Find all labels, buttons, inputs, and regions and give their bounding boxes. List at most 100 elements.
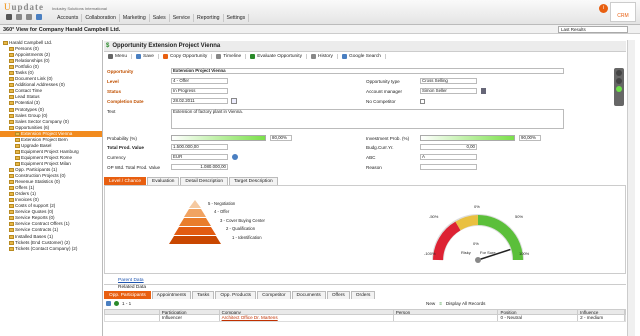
view-icon[interactable] <box>106 301 111 306</box>
folder-icon <box>9 240 14 245</box>
record-title-wrap: $ Opportunity Extension Project Vienna <box>106 43 220 49</box>
toolbar-evaluate-opportunity-button[interactable]: Evaluate Opportunity <box>246 54 308 59</box>
toolbar-menu-icon <box>108 54 113 59</box>
probability-label: Probability (%) <box>107 136 137 141</box>
level-label: Level <box>107 79 119 84</box>
tab-orders[interactable]: Orders <box>350 291 376 299</box>
related-tabs: Opp. Participants Appointments Tasks Opp. P… <box>104 291 376 299</box>
opportunity-type-select[interactable]: Cross Selling <box>420 78 477 84</box>
toolbar-history-icon <box>311 54 317 59</box>
toolbar-label: Save <box>143 54 154 59</box>
display-all-button[interactable]: Display All Records <box>446 301 486 306</box>
menu-item-collaboration[interactable]: Collaboration <box>82 14 120 22</box>
probability-field[interactable]: 80,00% <box>270 135 292 141</box>
folder-icon <box>9 101 14 106</box>
refresh-icon[interactable] <box>114 301 119 306</box>
tab-opp-products[interactable]: Opp. Products <box>215 291 257 299</box>
opportunity-field[interactable]: Extension Project Vienna <box>171 68 564 74</box>
total-value-field[interactable]: 1.500.000,00 <box>171 144 228 150</box>
weighted-value-label: OP Wtd. Total Prod. Value <box>107 165 161 170</box>
info-icon[interactable]: i <box>599 4 608 13</box>
green-lamp <box>616 86 622 92</box>
toolbar-google-search-button[interactable]: Google Search <box>338 54 386 59</box>
investment-prob-field[interactable]: 90,00% <box>519 135 541 141</box>
menu-item-marketing[interactable]: Marketing <box>120 14 150 22</box>
abc-select[interactable]: A <box>420 154 477 160</box>
folder-icon <box>15 137 20 142</box>
probability-bar[interactable] <box>171 135 266 141</box>
probability-gauge <box>432 214 524 263</box>
folder-icon <box>9 216 14 221</box>
tab-appointments[interactable]: Appointments <box>151 291 192 299</box>
folder-icon <box>9 95 14 100</box>
gauge-tick-50: 50% <box>515 214 524 219</box>
folder-icon <box>9 174 14 179</box>
text-area[interactable]: Extension of factory plant in Vienna. <box>171 109 564 129</box>
reason-select[interactable] <box>420 164 477 170</box>
calendar-icon[interactable] <box>231 98 237 104</box>
tab-tasks[interactable]: Tasks <box>192 291 215 299</box>
folder-icon <box>9 53 14 58</box>
tree-item[interactable]: Tickets (Contact Company) (2) <box>0 246 102 252</box>
folder-icon <box>9 246 14 251</box>
toolbar-menu-button[interactable]: Menu <box>104 54 132 59</box>
last-results-select[interactable]: Last Results <box>558 26 628 33</box>
budget-field[interactable]: 0,00 <box>420 144 477 150</box>
toolbar-history-button[interactable]: History <box>307 54 338 59</box>
toolbar-timeline-button[interactable]: Timeline <box>212 54 247 59</box>
table-cell <box>105 315 160 321</box>
tools-icon[interactable] <box>36 14 42 20</box>
menu-item-service[interactable]: Service <box>170 14 194 22</box>
filter-icon[interactable]: ≡ <box>439 301 442 306</box>
table-cell[interactable]: Architect Office Dr. Martens <box>220 315 394 321</box>
toolbar-save-icon <box>136 54 141 59</box>
person-icon[interactable] <box>481 88 486 94</box>
investment-prob-label: Investment Prob. (%) <box>366 136 410 141</box>
parent-data-link[interactable]: Parent Data <box>118 278 144 283</box>
new-button[interactable]: New <box>426 301 435 306</box>
toolbar-google-search-icon <box>341 54 347 59</box>
status-select[interactable]: In Progress <box>171 88 228 94</box>
toolbar-copy-opportunity-button[interactable]: Copy Opportunity <box>159 54 213 59</box>
completion-date-field[interactable]: 28.02.2011 <box>171 98 228 104</box>
toolbar-save-button[interactable]: Save <box>132 54 159 59</box>
tab-evaluation[interactable]: Evaluation <box>147 177 180 185</box>
pyramid-level-label: 1 - Identification <box>232 234 262 240</box>
vertical-scrollbar[interactable] <box>627 40 635 336</box>
tab-offers[interactable]: Offers <box>326 291 350 299</box>
tab-level-chance[interactable]: Level / Chance <box>104 177 146 185</box>
column-header: Participation <box>160 310 220 314</box>
menu-item-accounts[interactable]: Accounts <box>54 14 83 22</box>
tab-documents[interactable]: Documents <box>291 291 326 299</box>
tab-detail-description[interactable]: Detail Description <box>180 177 228 185</box>
currency-select[interactable]: EUR <box>171 154 228 160</box>
account-manager-field[interactable]: Simon Seller <box>420 88 477 94</box>
participants-grid: Participation Company Person Position Influe… <box>104 309 626 322</box>
column-header: Influence <box>578 310 625 314</box>
no-competitor-checkbox[interactable] <box>420 99 425 104</box>
table-row[interactable]: Influencer Architect Office Dr. Martens 0 … <box>104 315 626 322</box>
red-lamp <box>616 70 622 76</box>
tab-opp-participants[interactable]: Opp. Participants <box>104 291 151 299</box>
tab-target-description[interactable]: Target Description <box>229 177 278 185</box>
menu-item-sales[interactable]: Sales <box>150 14 170 22</box>
folder-icon <box>9 168 14 172</box>
gauge-tick-100: 100% <box>519 251 530 256</box>
folder-icon <box>15 143 20 148</box>
page-title: 360° View for Company Harald Campbell Lt… <box>3 27 121 33</box>
tab-competitor[interactable]: Competitor <box>257 291 291 299</box>
table-cell <box>394 315 499 321</box>
back-icon[interactable] <box>16 14 22 20</box>
menu-item-reporting[interactable]: Reporting <box>194 14 224 22</box>
toolbar-label: Timeline <box>223 54 242 59</box>
forward-icon[interactable] <box>26 14 32 20</box>
investment-prob-bar[interactable] <box>420 135 515 141</box>
level-chance-panel: 5 - Negotiation 4 - Offer 3 - Cover Buying… <box>104 185 626 274</box>
folder-icon <box>9 113 14 118</box>
currency-info-icon[interactable] <box>232 154 238 160</box>
detail-tabs: Level / Chance Evaluation Detail Descripti… <box>104 177 279 185</box>
menu-item-settings[interactable]: Settings <box>224 14 250 22</box>
level-select[interactable]: 4 - Offer <box>171 78 228 84</box>
home-icon[interactable] <box>6 14 12 20</box>
toolbar-label: Evaluate Opportunity <box>257 54 303 59</box>
